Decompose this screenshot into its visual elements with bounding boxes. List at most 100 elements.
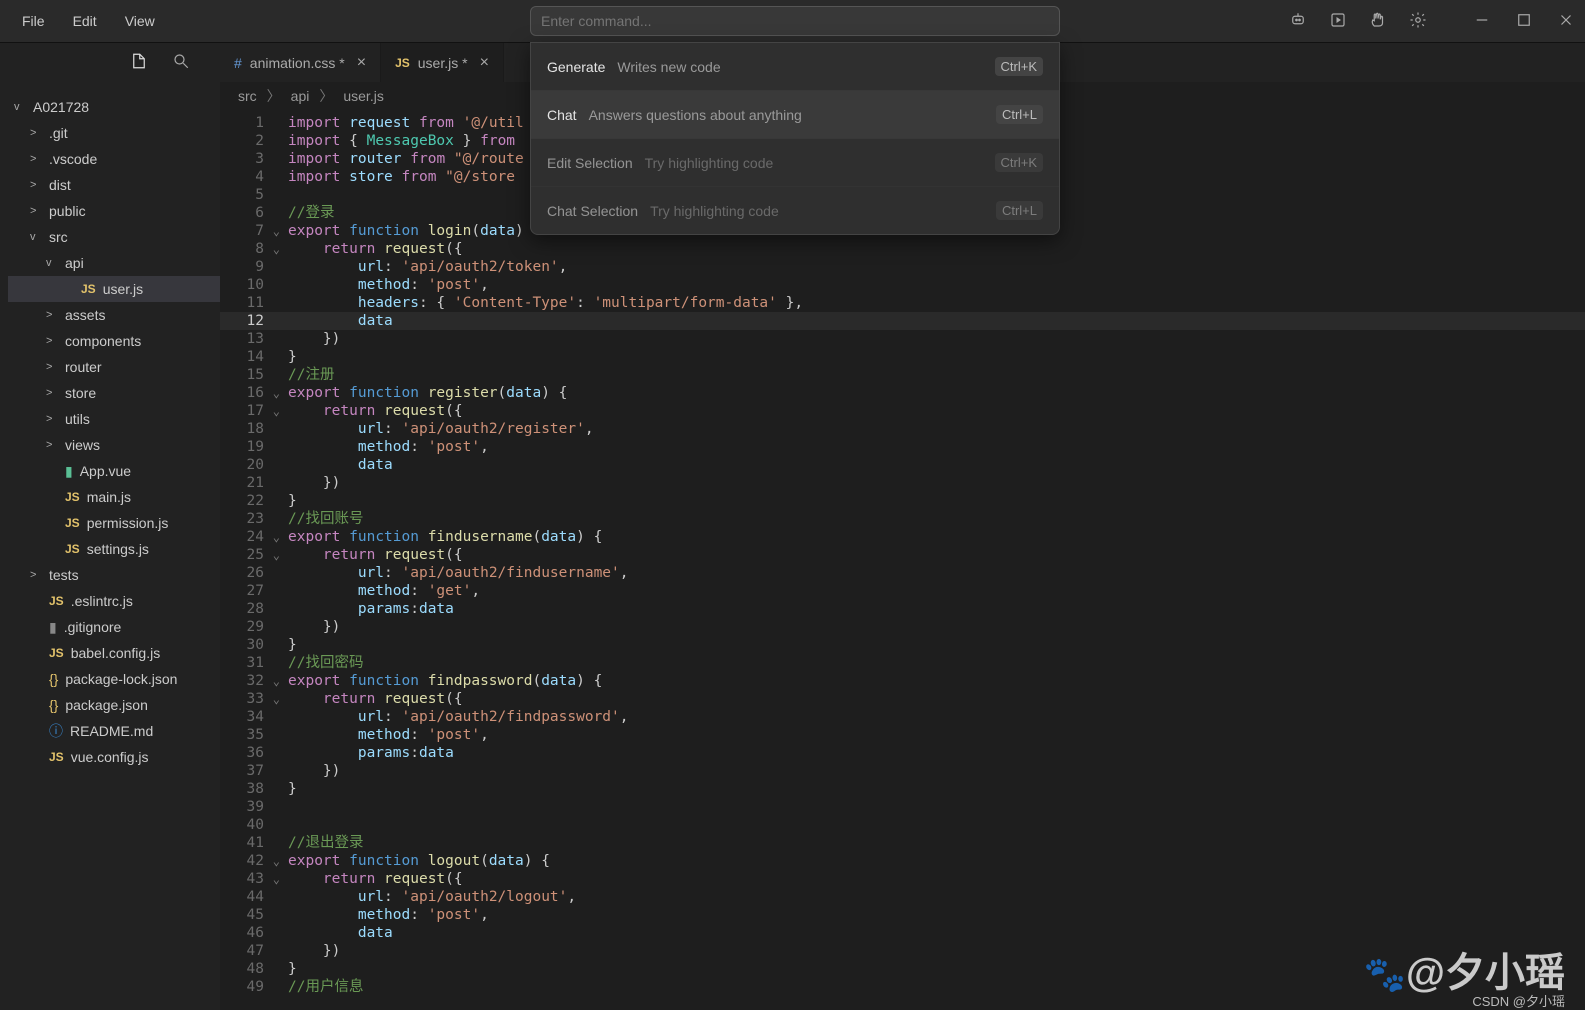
menu-view[interactable]: View	[113, 9, 167, 33]
explorer-item[interactable]: JSmain.js	[8, 484, 220, 510]
title-actions	[1289, 11, 1575, 32]
explorer-label: App.vue	[80, 463, 131, 479]
ai-icon[interactable]	[1289, 11, 1307, 32]
popup-item[interactable]: Chat Answers questions about anything Ct…	[531, 91, 1059, 139]
explorer-item[interactable]: >router	[8, 354, 220, 380]
menu-file[interactable]: File	[10, 9, 57, 33]
popup-item: Edit Selection Try highlighting code Ctr…	[531, 139, 1059, 187]
popup-title: Edit Selection	[547, 155, 633, 171]
popup-title: Chat Selection	[547, 203, 638, 219]
explorer-label: babel.config.js	[71, 645, 161, 661]
explorer-item[interactable]: >.vscode	[8, 146, 220, 172]
code-content[interactable]: import request from '@/utilimport { Mess…	[278, 110, 1585, 1010]
breadcrumb-item[interactable]: src	[238, 88, 257, 104]
file-icon: JS	[81, 282, 96, 296]
explorer-item[interactable]: {}package.json	[8, 692, 220, 718]
explorer-label: .git	[49, 125, 68, 141]
popup-shortcut: Ctrl+L	[996, 105, 1043, 124]
tab-close-icon[interactable]: ×	[357, 54, 366, 72]
explorer-label: tests	[49, 567, 79, 583]
close-icon[interactable]	[1557, 11, 1575, 32]
minimize-icon[interactable]	[1473, 11, 1491, 32]
popup-desc: Try highlighting code	[650, 203, 779, 219]
chevron-icon: v	[30, 231, 42, 243]
explorer-root-label: A021728	[33, 99, 89, 115]
explorer-item[interactable]: JS babel.config.js	[8, 640, 220, 666]
file-icon: ⓘ	[49, 721, 63, 741]
popup-item: Chat Selection Try highlighting code Ctr…	[531, 187, 1059, 234]
explorer-label: public	[49, 203, 86, 219]
explorer-item[interactable]: >utils	[8, 406, 220, 432]
explorer-item[interactable]: vapi	[8, 250, 220, 276]
explorer-label: main.js	[87, 489, 131, 505]
chevron-icon: >	[46, 439, 58, 451]
explorer-item[interactable]: vsrc	[8, 224, 220, 250]
command-input[interactable]	[530, 6, 1060, 36]
explorer-label: settings.js	[87, 541, 149, 557]
explorer-label: .gitignore	[64, 619, 122, 635]
explorer-item[interactable]: > public	[8, 198, 220, 224]
explorer-item[interactable]: JS.eslintrc.js	[8, 588, 220, 614]
menu-edit[interactable]: Edit	[61, 9, 109, 33]
file-icon: JS	[49, 750, 64, 764]
explorer-item[interactable]: >dist	[8, 172, 220, 198]
gear-icon[interactable]	[1409, 11, 1427, 32]
file-icon: #	[234, 55, 242, 71]
explorer-item[interactable]: >store	[8, 380, 220, 406]
explorer-label: views	[65, 437, 100, 453]
explorer-label: package.json	[65, 697, 148, 713]
chevron-down-icon: v	[14, 101, 26, 113]
explorer-files-icon[interactable]	[130, 52, 148, 73]
explorer-item[interactable]: >components	[8, 328, 220, 354]
maximize-icon[interactable]	[1515, 11, 1533, 32]
explorer-label: .eslintrc.js	[71, 593, 133, 609]
run-icon[interactable]	[1329, 11, 1347, 32]
file-icon: JS	[49, 646, 64, 660]
menu-bar: File Edit View	[10, 9, 167, 33]
chevron-icon: v	[46, 257, 58, 269]
explorer-item[interactable]: JSpermission.js	[8, 510, 220, 536]
command-popup: Generate Writes new code Ctrl+KChat Answ…	[530, 42, 1060, 235]
explorer-item[interactable]: JS user.js	[8, 276, 220, 302]
chevron-icon: >	[30, 127, 42, 139]
chevron-icon: >	[30, 179, 42, 191]
explorer-item[interactable]: ▮ App.vue	[8, 458, 220, 484]
search-icon[interactable]	[172, 52, 190, 73]
popup-desc: Try highlighting code	[645, 155, 774, 171]
file-icon: JS	[395, 56, 410, 70]
explorer-label: src	[49, 229, 68, 245]
breadcrumb-item[interactable]: user.js	[343, 88, 383, 104]
file-icon: JS	[65, 542, 80, 556]
explorer-item[interactable]: JS settings.js	[8, 536, 220, 562]
chevron-icon: >	[46, 309, 58, 321]
line-gutter: 1234567891011121314151617181920212223242…	[220, 110, 278, 1010]
explorer-label: api	[65, 255, 84, 271]
file-icon: ▮	[65, 463, 73, 480]
explorer-item[interactable]: > tests	[8, 562, 220, 588]
editor-tab[interactable]: # animation.css * ×	[220, 43, 381, 82]
popup-item[interactable]: Generate Writes new code Ctrl+K	[531, 43, 1059, 91]
chevron-icon: >	[46, 413, 58, 425]
tab-close-icon[interactable]: ×	[480, 54, 489, 72]
explorer-item[interactable]: ⓘ README.md	[8, 718, 220, 744]
hand-icon[interactable]	[1369, 11, 1387, 32]
explorer-item[interactable]: {}package-lock.json	[8, 666, 220, 692]
chevron-icon: >	[30, 569, 42, 581]
explorer-item[interactable]: > views	[8, 432, 220, 458]
chevron-icon: >	[30, 205, 42, 217]
chevron-icon: >	[46, 361, 58, 373]
explorer-item[interactable]: ▮.gitignore	[8, 614, 220, 640]
explorer-item[interactable]: > .git	[8, 120, 220, 146]
explorer-item[interactable]: >assets	[8, 302, 220, 328]
explorer-item[interactable]: JS vue.config.js	[8, 744, 220, 770]
breadcrumb-item[interactable]: api	[291, 88, 310, 104]
explorer-label: vue.config.js	[71, 749, 149, 765]
explorer-label: user.js	[103, 281, 143, 297]
tab-label: user.js *	[418, 55, 468, 71]
popup-shortcut: Ctrl+K	[995, 57, 1043, 76]
popup-title: Generate	[547, 59, 605, 75]
editor-tab[interactable]: JS user.js * ×	[381, 43, 504, 82]
explorer-root[interactable]: v A021728	[8, 94, 220, 120]
tab-label: animation.css *	[250, 55, 345, 71]
explorer-label: README.md	[70, 723, 153, 739]
